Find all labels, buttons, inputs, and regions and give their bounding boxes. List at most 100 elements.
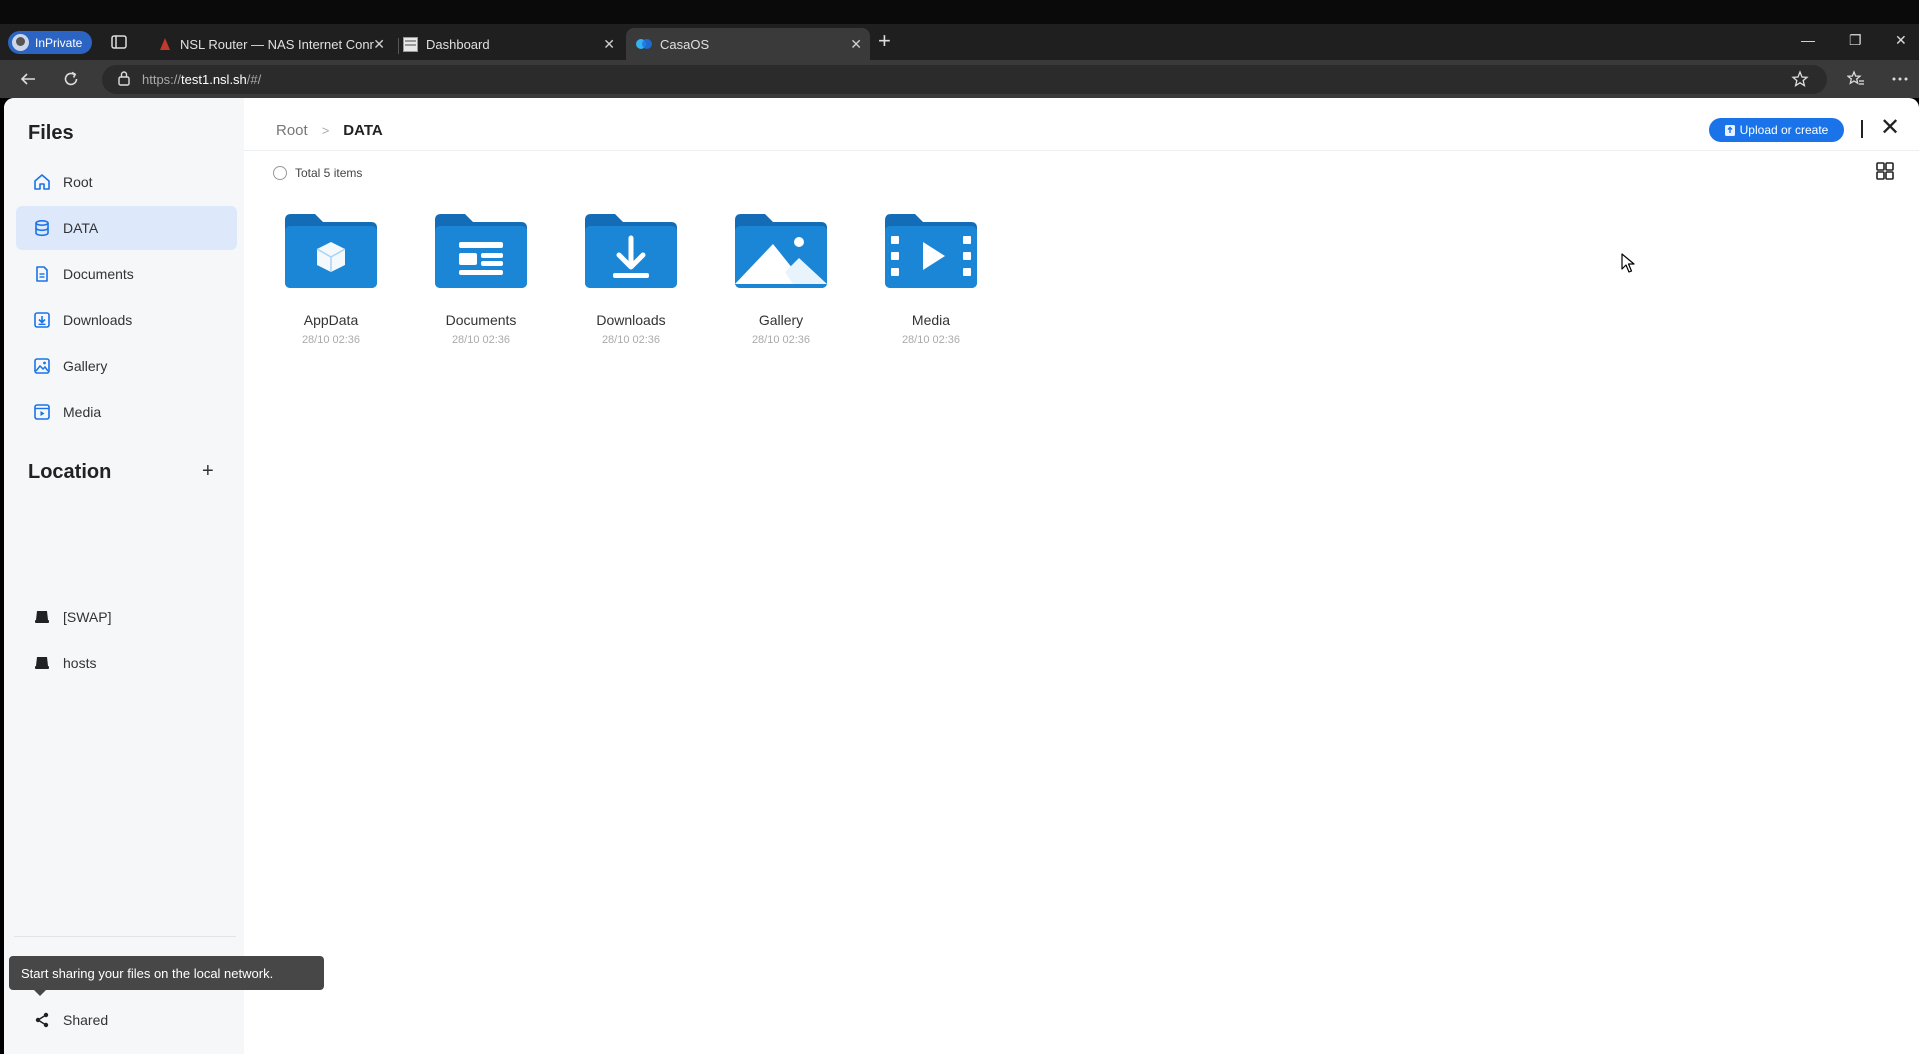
tab-dashboard[interactable]: Dashboard ✕ [393,28,623,60]
folder-media[interactable]: Media 28/10 02:36 [876,214,986,346]
router-favicon [160,38,170,50]
minimize-icon[interactable]: — [1801,32,1815,48]
sidebar-item-label: Documents [63,266,134,282]
sidebar-item-label: Downloads [63,312,133,328]
more-menu-icon[interactable] [1891,70,1909,88]
casaos-favicon [636,39,652,49]
sidebar-item-shared[interactable]: Shared [16,998,237,1042]
document-icon [36,266,48,282]
drive-icon [35,657,49,669]
drive-icon [35,611,49,623]
sidebar-item-label: DATA [63,220,99,236]
select-all-radio[interactable] [273,166,287,180]
folder-date: 28/10 02:36 [601,334,661,346]
sidebar-item-root[interactable]: Root [16,160,237,204]
location-item-swap[interactable]: [SWAP] [16,595,237,639]
refresh-icon[interactable] [62,70,80,88]
favorite-star-icon[interactable] [1791,70,1809,88]
tab-label: CasaOS [660,36,710,52]
sidebar-item-gallery[interactable]: Gallery [16,344,237,388]
url-host: test1.nsl.sh [181,72,247,87]
folder-name: AppData [303,312,359,328]
lock-icon[interactable] [117,70,131,86]
folder-documents[interactable]: Documents 28/10 02:36 [426,214,536,346]
sidebar-divider [14,936,236,937]
sidebar-item-documents[interactable]: Documents [16,252,237,296]
toolbar-divider [1861,120,1863,138]
folder-date: 28/10 02:36 [751,334,811,346]
media-folder-icon [885,214,977,288]
selection-summary: Total 5 items [273,166,362,180]
profile-avatar [12,34,29,51]
sidebar-item-label: Media [63,404,102,420]
folder-downloads[interactable]: Downloads 28/10 02:36 [576,214,686,346]
cube-folder-icon [285,214,377,288]
share-icon [35,1012,49,1028]
browser-tabbar: InPrivate NSL Router — NAS Internet Conr… [0,24,1919,60]
location-section-title: Location [28,461,112,483]
total-items-label: Total 5 items [295,166,363,180]
inprivate-badge[interactable]: InPrivate [8,31,93,54]
breadcrumb-separator: > [321,123,330,138]
folder-date: 28/10 02:36 [301,334,361,346]
sidebar-item-label: Gallery [63,358,108,374]
video-icon [34,404,50,420]
window-close-icon[interactable]: ✕ [1895,32,1907,49]
tab-label: NSL Router — NAS Internet Conr [180,36,374,52]
back-arrow-icon[interactable] [19,70,37,88]
document-folder-icon [435,214,527,288]
upload-icon [1724,124,1735,136]
folder-gallery[interactable]: Gallery 28/10 02:36 [726,214,836,346]
url-path: /#/ [246,72,262,87]
tab-label: Dashboard [426,36,490,52]
header-divider [244,150,1919,151]
tab-actions-icon[interactable] [110,33,128,51]
breadcrumb-root[interactable]: Root [276,122,308,139]
folder-date: 28/10 02:36 [451,334,511,346]
upload-or-create-button[interactable]: Upload or create [1709,118,1844,142]
folder-name: Downloads [596,312,666,328]
folder-date: 28/10 02:36 [901,334,961,346]
close-tab-icon[interactable]: ✕ [850,36,862,53]
url-scheme: https:// [142,72,182,87]
screen-top-strip [0,0,1919,24]
address-bar-row: https://test1.nsl.sh/#/ [0,60,1919,98]
sidebar-item-label: Shared [63,1012,109,1028]
casaos-files-app: Files Root DATA Documents Downloads Gall… [4,98,1919,1054]
tab-casaos[interactable]: CasaOS ✕ [626,28,870,60]
sidebar-item-label: Root [63,174,93,190]
download-icon [34,312,50,328]
location-label: [SWAP] [63,609,112,625]
favorites-icon[interactable] [1847,70,1865,88]
sidebar-item-downloads[interactable]: Downloads [16,298,237,342]
folder-name: Gallery [758,312,804,328]
home-icon [34,174,50,190]
inprivate-label: InPrivate [35,35,83,50]
folder-appdata[interactable]: AppData 28/10 02:36 [276,214,386,346]
sidebar-item-media[interactable]: Media [16,390,237,434]
dashboard-favicon [403,36,418,52]
breadcrumb: Root > DATA [276,122,383,139]
breadcrumb-current: DATA [343,122,383,139]
folder-name: Documents [445,312,517,328]
close-tab-icon[interactable]: ✕ [373,36,385,53]
mouse-cursor-icon [1621,253,1635,273]
database-icon [35,219,49,237]
tab-nsl-router[interactable]: NSL Router — NAS Internet Conr ✕ [148,28,393,60]
sidebar-title: Files [28,122,74,144]
gallery-folder-icon [735,214,827,288]
restore-icon[interactable]: ❐ [1849,32,1862,49]
grid-view-icon[interactable] [1876,162,1894,180]
url-input[interactable]: https://test1.nsl.sh/#/ [102,65,1827,94]
new-tab-icon[interactable]: + [878,29,891,53]
files-sidebar: Files Root DATA Documents Downloads Gall… [4,98,324,1054]
add-location-icon[interactable]: + [202,460,214,483]
sidebar-item-data[interactable]: DATA [16,206,237,250]
download-folder-icon [585,214,677,288]
location-item-hosts[interactable]: hosts [16,641,237,685]
location-label: hosts [63,655,97,671]
folder-name: Media [911,312,951,328]
close-tab-icon[interactable]: ✕ [603,36,615,53]
close-files-icon[interactable]: ✕ [1880,116,1900,140]
image-icon [34,358,50,374]
